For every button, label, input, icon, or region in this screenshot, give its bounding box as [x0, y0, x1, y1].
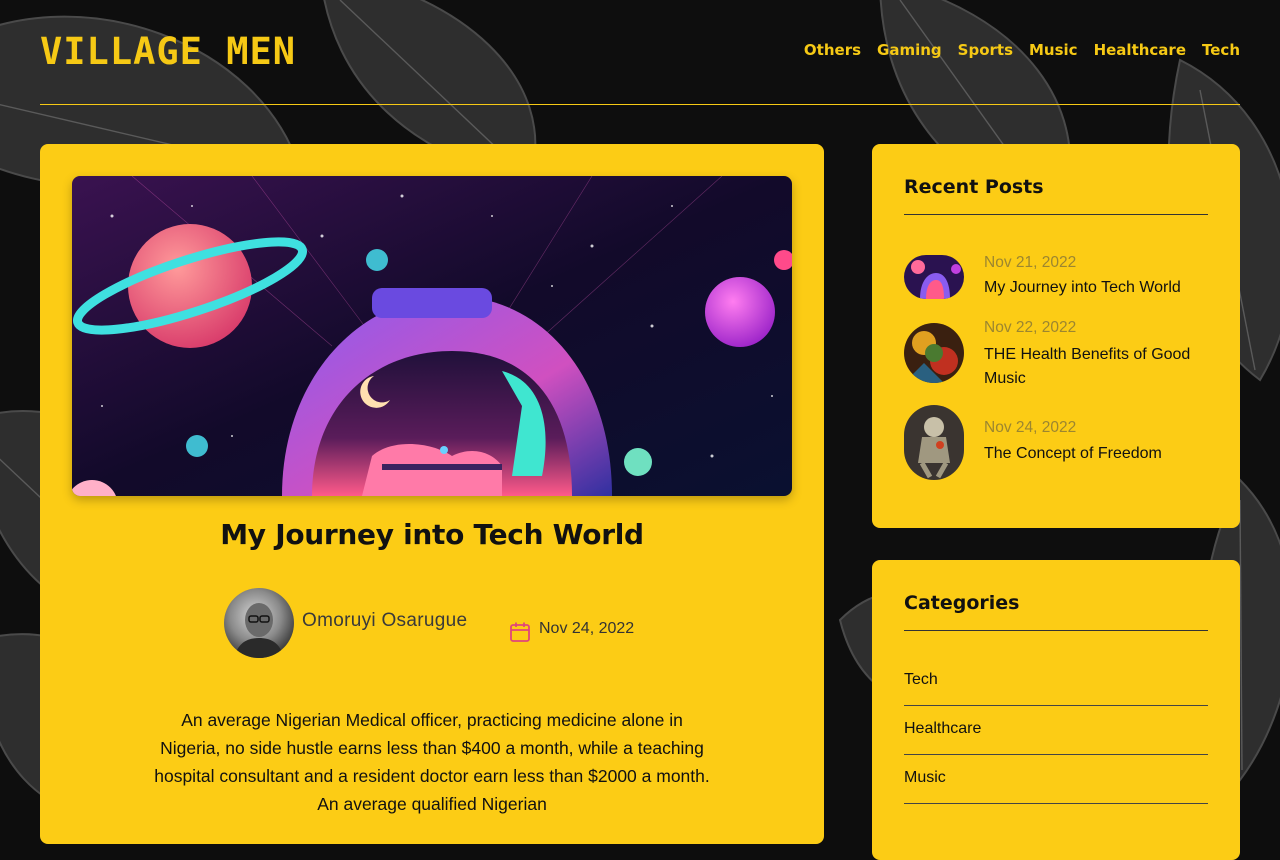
category-item-music[interactable]: Music	[904, 755, 1208, 804]
recent-post-date: Nov 24, 2022	[984, 419, 1077, 436]
author-name[interactable]: Omoruyi Osarugue	[302, 610, 467, 632]
recent-post-title[interactable]: THE Health Benefits of Good Music	[984, 343, 1214, 391]
categories-title: Categories	[904, 592, 1208, 631]
nav-link-gaming[interactable]: Gaming	[877, 41, 942, 59]
post-card: My Journey into Tech World Omoruyi Osaru…	[40, 144, 824, 844]
site-logo[interactable]: VILLAGE MEN	[40, 30, 296, 73]
calendar-icon	[510, 622, 530, 642]
recent-post-thumbnail	[904, 405, 964, 480]
nav-link-music[interactable]: Music	[1029, 41, 1078, 59]
post-date: Nov 24, 2022	[539, 620, 635, 637]
recent-post-date: Nov 21, 2022	[984, 254, 1077, 271]
recent-post-title[interactable]: The Concept of Freedom	[984, 442, 1214, 466]
nav-link-healthcare[interactable]: Healthcare	[1094, 41, 1186, 59]
category-item-tech[interactable]: Tech	[904, 657, 1208, 706]
recent-post-thumbnail	[904, 323, 964, 383]
recent-posts-widget: Recent Posts Nov 21, 2022 My Journey int…	[872, 144, 1240, 528]
astronaut-space-illustration	[72, 176, 792, 496]
category-item-healthcare[interactable]: Healthcare	[904, 706, 1208, 755]
recent-post-date: Nov 22, 2022	[984, 319, 1077, 336]
post-title: My Journey into Tech World	[220, 518, 644, 551]
category-label: Healthcare	[904, 720, 982, 737]
recent-post-item[interactable]: Nov 24, 2022 The Concept of Freedom	[904, 405, 1208, 480]
categories-widget: Categories Tech Healthcare Music	[872, 560, 1240, 860]
main-nav: Others Gaming Sports Music Healthcare Te…	[788, 41, 1240, 59]
site-header: VILLAGE MEN Others Gaming Sports Music H…	[40, 0, 1240, 105]
post-body: An average Nigerian Medical officer, pra…	[154, 710, 710, 814]
category-label: Music	[904, 769, 946, 786]
recent-post-item[interactable]: Nov 22, 2022 THE Health Benefits of Good…	[904, 319, 1208, 387]
recent-post-thumbnail	[904, 255, 964, 299]
author-avatar	[224, 588, 294, 658]
post-hero-image	[72, 176, 792, 496]
recent-post-title[interactable]: My Journey into Tech World	[984, 276, 1214, 300]
nav-link-tech[interactable]: Tech	[1202, 41, 1240, 59]
nav-link-sports[interactable]: Sports	[958, 41, 1013, 59]
recent-post-item[interactable]: Nov 21, 2022 My Journey into Tech World	[904, 254, 1208, 301]
nav-link-others[interactable]: Others	[804, 41, 861, 59]
recent-posts-title: Recent Posts	[904, 176, 1208, 215]
category-label: Tech	[904, 671, 938, 688]
